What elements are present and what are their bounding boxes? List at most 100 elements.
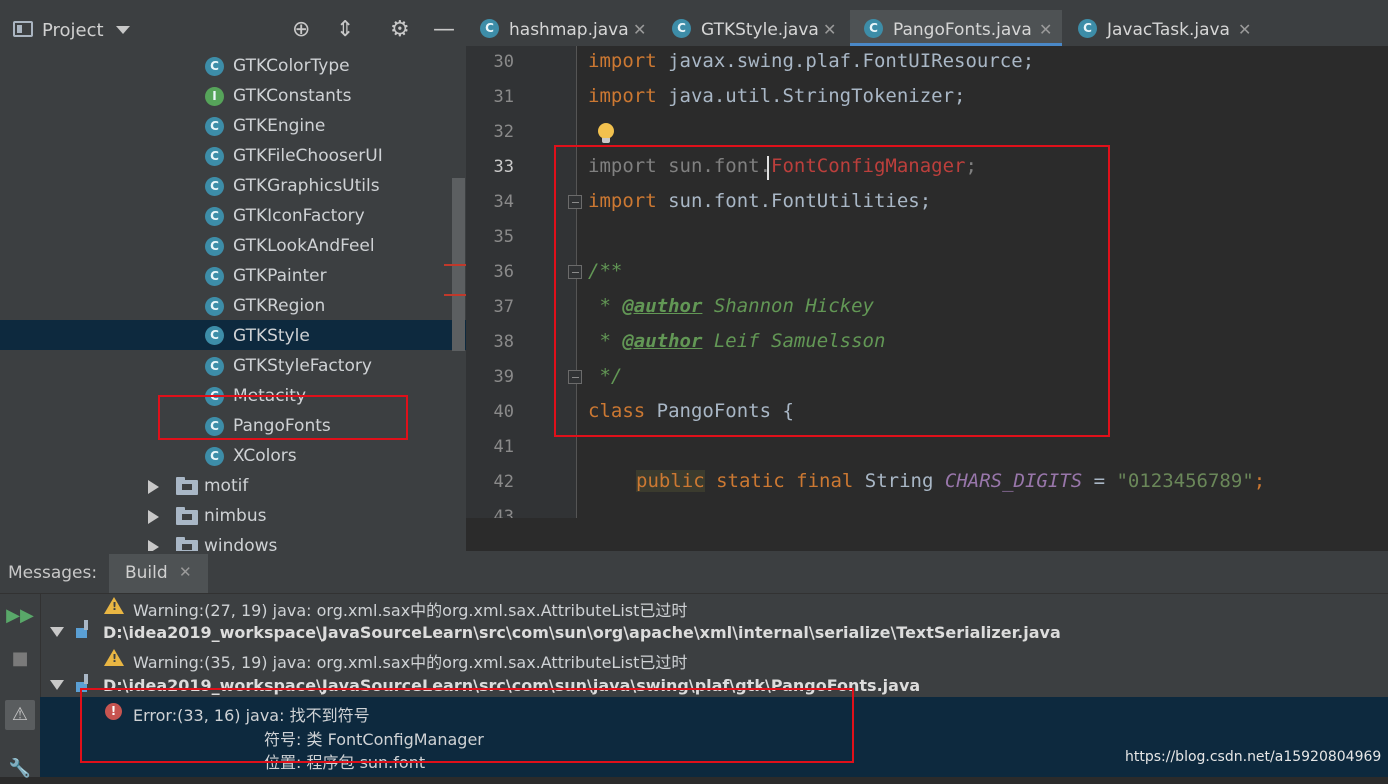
close-icon[interactable]: ✕ <box>1238 20 1251 39</box>
code-text: = <box>1082 470 1117 492</box>
class-icon: C <box>205 297 224 316</box>
tree-item-label: GTKLookAndFeel <box>233 236 375 256</box>
class-icon: C <box>864 19 883 38</box>
file-path[interactable]: D:\idea2019_workspace\JavaSourceLearn\sr… <box>103 623 1061 642</box>
editor-bottom-area <box>466 518 1388 551</box>
line-number: 35 <box>493 227 514 247</box>
hide-panel-icon[interactable]: — <box>433 18 455 42</box>
tree-item[interactable]: C XColors <box>0 441 466 471</box>
chevron-down-icon[interactable] <box>116 26 130 34</box>
chevron-right-icon[interactable] <box>148 510 159 524</box>
highlight-box <box>554 145 1110 437</box>
tree-folder[interactable]: windows <box>0 531 466 551</box>
line-number: 36 <box>493 262 514 282</box>
warning-filter-icon[interactable]: ⚠ <box>5 700 35 730</box>
wrench-icon[interactable]: 🔧 <box>5 754 35 784</box>
warning-message[interactable]: Warning:(35, 19) java: org.xml.sax中的org.… <box>133 649 687 673</box>
tree-item-label: GTKConstants <box>233 86 352 106</box>
line-number: 39 <box>493 367 514 387</box>
locate-icon[interactable]: ⊕ <box>292 18 310 42</box>
line-number: 37 <box>493 297 514 317</box>
class-icon: C <box>205 207 224 226</box>
code-text: String <box>853 470 945 492</box>
tab-javactask[interactable]: C JavacTask.java ✕ <box>1064 10 1264 46</box>
watermark: https://blog.csdn.net/a15920804969 <box>1125 749 1382 765</box>
messages-label: Messages: <box>8 563 98 583</box>
close-icon[interactable]: ✕ <box>823 20 836 39</box>
chevron-down-icon[interactable] <box>50 627 64 637</box>
tree-item[interactable]: C GTKStyleFactory <box>0 351 466 381</box>
build-tab-label[interactable]: Build <box>125 563 168 583</box>
tab-gtkstyle[interactable]: C GTKStyle.java ✕ <box>658 10 848 46</box>
close-icon[interactable]: ✕ <box>179 563 192 581</box>
tree-folder[interactable]: nimbus <box>0 501 466 531</box>
code-text: javax.swing.plaf.FontUIResource; <box>656 50 1035 72</box>
keyword: import <box>588 50 657 72</box>
chevron-right-icon[interactable] <box>148 540 159 551</box>
line-number: 32 <box>493 122 514 142</box>
stop-icon[interactable]: ■ <box>5 644 35 674</box>
code-text: java.util.StringTokenizer; <box>656 85 966 107</box>
tree-item[interactable]: C GTKGraphicsUtils <box>0 171 466 201</box>
error-stripe-mark <box>444 264 466 266</box>
tree-item[interactable]: C GTKIconFactory <box>0 201 466 231</box>
class-icon: C <box>205 177 224 196</box>
code-line-30: import javax.swing.plaf.FontUIResource; <box>588 50 1034 72</box>
class-icon: C <box>672 19 691 38</box>
tree-item[interactable]: C GTKPainter <box>0 261 466 291</box>
warning-message[interactable]: Warning:(27, 19) java: org.xml.sax中的org.… <box>133 597 687 621</box>
tab-label: hashmap.java <box>509 20 629 40</box>
code-line-42: public static final String CHARS_DIGITS … <box>636 470 1265 492</box>
tree-item[interactable]: C GTKEngine <box>0 111 466 141</box>
collapse-all-icon[interactable]: ⇕ <box>336 18 354 42</box>
tree-item[interactable]: C GTKLookAndFeel <box>0 231 466 261</box>
rerun-icon[interactable]: ▶▶ <box>5 601 35 631</box>
messages-toolbar: ▶▶ ■ 🔧 <box>0 594 41 779</box>
tab-label: PangoFonts.java <box>893 20 1032 40</box>
tab-label: GTKStyle.java <box>701 20 819 40</box>
tree-item[interactable]: C GTKFileChooserUI <box>0 141 466 171</box>
class-icon: C <box>205 147 224 166</box>
tab-pangofonts[interactable]: C PangoFonts.java ✕ <box>850 10 1062 46</box>
tree-folder[interactable]: motif <box>0 471 466 501</box>
tree-item-label: GTKRegion <box>233 296 326 316</box>
tree-item-label: GTKIconFactory <box>233 206 365 226</box>
chevron-down-icon[interactable] <box>50 680 64 690</box>
project-window-icon <box>13 21 33 37</box>
class-icon: C <box>480 19 499 38</box>
tree-item[interactable]: I GTKConstants <box>0 81 466 111</box>
class-icon: C <box>205 237 224 256</box>
tab-label: JavacTask.java <box>1107 20 1230 40</box>
class-icon: C <box>205 267 224 286</box>
tree-item[interactable]: C GTKColorType <box>0 51 466 81</box>
project-title[interactable]: Project <box>42 20 104 41</box>
project-header: Project ⊕ ⇕ ⚙ — <box>0 0 466 46</box>
tree-item-label: GTKGraphicsUtils <box>233 176 380 196</box>
tree-item[interactable]: C GTKRegion <box>0 291 466 321</box>
line-number: 31 <box>493 87 514 107</box>
warning-icon <box>104 597 124 614</box>
messages-header <box>0 551 1388 594</box>
tab-hashmap[interactable]: C hashmap.java ✕ <box>466 10 656 46</box>
highlight-box <box>80 688 854 763</box>
tree-item-label: GTKStyleFactory <box>233 356 372 376</box>
class-icon: C <box>205 326 224 345</box>
line-number: 42 <box>493 472 514 492</box>
tree-folder-label: windows <box>204 536 278 551</box>
code-text: ; <box>1253 470 1266 492</box>
constant: CHARS_DIGITS <box>944 470 1083 492</box>
line-number: 43 <box>493 507 514 518</box>
lightbulb-icon[interactable] <box>598 123 614 143</box>
close-icon[interactable]: ✕ <box>633 20 646 39</box>
folder-icon <box>176 477 198 495</box>
line-number: 34 <box>493 192 514 212</box>
tree-item-selected[interactable]: C GTKStyle <box>0 320 466 350</box>
keyword: import <box>588 85 657 107</box>
tree-item-label: GTKFileChooserUI <box>233 146 383 166</box>
chevron-right-icon[interactable] <box>148 480 159 494</box>
code-line-31: import java.util.StringTokenizer; <box>588 85 966 107</box>
gear-icon[interactable]: ⚙ <box>390 18 410 42</box>
close-icon[interactable]: ✕ <box>1039 20 1052 39</box>
file-icon <box>76 620 94 638</box>
line-number: 40 <box>493 402 514 422</box>
